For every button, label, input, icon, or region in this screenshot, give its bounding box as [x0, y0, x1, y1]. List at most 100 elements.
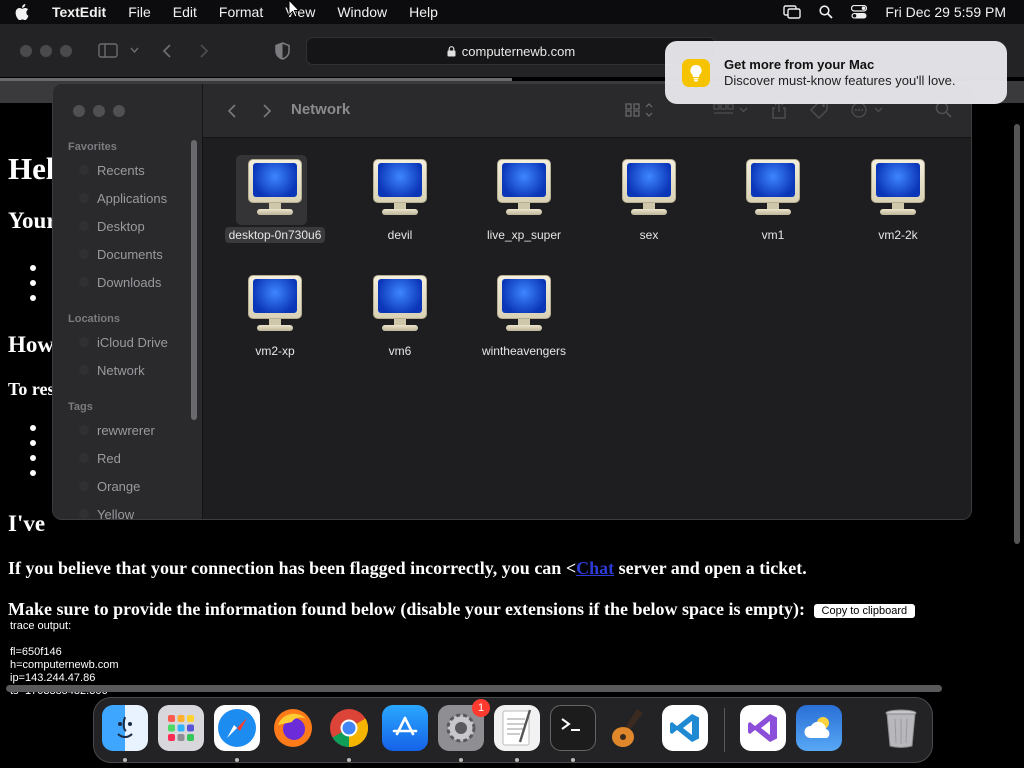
- menu-app-name[interactable]: TextEdit: [44, 4, 117, 20]
- menu-edit[interactable]: Edit: [162, 4, 208, 20]
- bullet: [30, 425, 36, 431]
- finder-minimize-button[interactable]: [93, 105, 105, 117]
- sidebar-item-label: iCloud Drive: [97, 334, 168, 350]
- menu-help[interactable]: Help: [398, 4, 449, 20]
- sidebar-toggle-icon[interactable]: [98, 43, 118, 58]
- dock-finder[interactable]: [102, 705, 148, 751]
- screen-mirroring-icon[interactable]: [783, 5, 802, 19]
- dock-chrome[interactable]: [326, 705, 372, 751]
- group-by-icon[interactable]: [713, 102, 749, 118]
- dock-terminal[interactable]: [550, 705, 596, 751]
- dock-safari[interactable]: [214, 705, 260, 751]
- chrome-icon: [330, 709, 369, 748]
- bullet: [30, 440, 36, 446]
- network-computer-vm2-xp[interactable]: vm2-xp: [217, 271, 333, 371]
- running-indicator: [571, 758, 575, 762]
- sidebar-item-recents[interactable]: Recents: [79, 159, 191, 181]
- sidebar-item-icloud-drive[interactable]: iCloud Drive: [79, 331, 191, 353]
- notification-banner[interactable]: Get more from your Mac Discover must-kno…: [665, 41, 1007, 104]
- menu-bar: TextEdit File Edit Format View Window He…: [0, 0, 1024, 24]
- lock-icon: [447, 45, 456, 56]
- network-computer-label: desktop-0n730u6: [224, 227, 326, 243]
- firefox-icon: [274, 709, 312, 747]
- dock-system-settings[interactable]: 1: [438, 699, 490, 751]
- dock-visual-studio[interactable]: [740, 705, 786, 751]
- dock-trash[interactable]: [878, 705, 924, 751]
- privacy-shield-icon[interactable]: [275, 42, 290, 60]
- more-actions-icon[interactable]: [851, 102, 885, 118]
- page-horizontal-scrollbar[interactable]: [6, 685, 942, 692]
- window-zoom-button[interactable]: [60, 45, 72, 57]
- network-computer-label: vm1: [761, 228, 785, 242]
- info-text: Make sure to provide the information fou…: [8, 599, 806, 619]
- icon-view-grid-icon[interactable]: [625, 102, 653, 118]
- sidebar-item-documents[interactable]: Documents: [79, 243, 191, 265]
- menu-view[interactable]: View: [274, 4, 326, 20]
- copy-to-clipboard-button[interactable]: Copy to clipboard: [813, 603, 916, 618]
- menu-format[interactable]: Format: [208, 4, 274, 20]
- sidebar-item-downloads[interactable]: Downloads: [79, 271, 191, 293]
- network-computer-vm2-2k[interactable]: vm2-2k: [840, 155, 956, 255]
- sidebar-item-label: Applications: [97, 190, 168, 206]
- network-computer-sex[interactable]: sex: [591, 155, 707, 255]
- sidebar-tag-orange[interactable]: Orange: [79, 475, 191, 497]
- tips-app-icon: [682, 58, 710, 87]
- network-computer-vm1[interactable]: vm1: [715, 155, 831, 255]
- back-arrow-icon[interactable]: [162, 43, 172, 59]
- dock-separator: [724, 708, 725, 752]
- sidebar-tag-rewwrerer[interactable]: rewwrerer: [79, 419, 191, 441]
- sidebar-scrollbar[interactable]: [191, 140, 197, 420]
- running-indicator: [235, 758, 239, 762]
- finder-close-button[interactable]: [73, 105, 85, 117]
- network-computer-label: sex: [639, 228, 659, 242]
- network-computer-vm6[interactable]: vm6: [342, 271, 458, 371]
- forward-arrow-icon[interactable]: [199, 43, 209, 59]
- page-vertical-scrollbar[interactable]: [1014, 124, 1020, 544]
- tag-dot-icon: [79, 509, 89, 519]
- applications-icon: [79, 193, 89, 203]
- dock: 1: [93, 697, 933, 763]
- network-computer-live-xp-super[interactable]: live_xp_super: [466, 155, 582, 255]
- dock-launchpad[interactable]: [158, 705, 204, 751]
- recents-icon: [79, 165, 89, 175]
- back-arrow-icon[interactable]: [227, 103, 237, 119]
- sidebar-item-desktop[interactable]: Desktop: [79, 215, 191, 237]
- sidebar-section-locations: Locations: [68, 313, 120, 325]
- dock-app-store[interactable]: [382, 705, 428, 751]
- running-indicator: [123, 758, 127, 762]
- spotlight-search-icon[interactable]: [819, 5, 834, 19]
- network-computer-icon: [621, 159, 677, 217]
- sidebar-item-label: Desktop: [97, 218, 145, 234]
- sidebar-item-label: rewwrerer: [97, 422, 155, 438]
- address-bar[interactable]: computernewb.com: [306, 37, 716, 65]
- apple-menu[interactable]: [0, 4, 44, 20]
- dock-firefox[interactable]: [270, 705, 316, 751]
- menu-clock[interactable]: Fri Dec 29 5:59 PM: [885, 4, 1006, 20]
- sidebar-tag-yellow[interactable]: Yellow: [79, 503, 191, 520]
- menu-window[interactable]: Window: [326, 4, 398, 20]
- chevron-down-icon[interactable]: [130, 47, 139, 53]
- dock-vscode[interactable]: [662, 705, 708, 751]
- ticket-text-before: If you believe that your connection has …: [8, 558, 577, 578]
- sidebar-item-applications[interactable]: Applications: [79, 187, 191, 209]
- window-close-button[interactable]: [20, 45, 32, 57]
- sidebar-item-network[interactable]: Network: [79, 359, 191, 381]
- sidebar-tag-red[interactable]: Red: [79, 447, 191, 469]
- network-computer-desktop-0n730u6[interactable]: desktop-0n730u6: [217, 155, 333, 255]
- control-center-icon[interactable]: [851, 5, 868, 19]
- finder-zoom-button[interactable]: [113, 105, 125, 117]
- dock-textedit[interactable]: [494, 705, 540, 751]
- network-computer-wintheavengers[interactable]: wintheavengers: [466, 271, 582, 371]
- sidebar-item-label: Yellow: [97, 506, 135, 520]
- chat-link[interactable]: Chat: [576, 558, 614, 578]
- forward-arrow-icon[interactable]: [262, 103, 272, 119]
- menu-file[interactable]: File: [117, 4, 162, 20]
- running-indicator: [459, 758, 463, 762]
- network-computer-label: live_xp_super: [486, 228, 562, 242]
- dock-weather[interactable]: [796, 705, 842, 751]
- window-minimize-button[interactable]: [40, 45, 52, 57]
- network-computer-devil[interactable]: devil: [342, 155, 458, 255]
- running-indicator: [347, 758, 351, 762]
- dock-garageband[interactable]: [606, 705, 652, 751]
- bullet: [30, 455, 36, 461]
